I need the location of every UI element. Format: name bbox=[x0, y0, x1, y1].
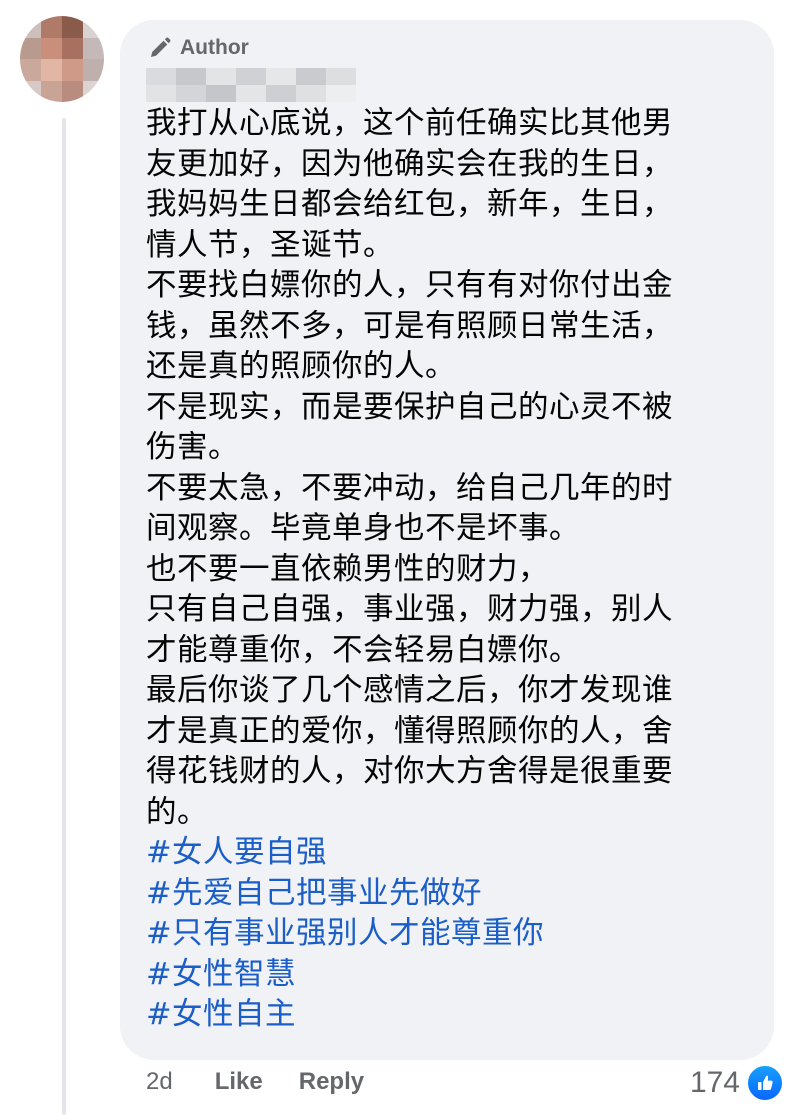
hashtag-link[interactable]: #女性自主 bbox=[146, 995, 756, 1036]
author-name-redacted[interactable] bbox=[146, 68, 356, 102]
reply-button[interactable]: Reply bbox=[299, 1068, 364, 1096]
comment-line: 不是现实，而是要保护自己的心灵不被 bbox=[146, 389, 673, 425]
hashtag-link[interactable]: #女人要自强 bbox=[146, 833, 756, 874]
comment-text: 我打从心底说，这个前任确实比其他男 友更加好，因为他确实会在我的生日， 我妈妈生… bbox=[146, 104, 756, 1036]
pen-icon bbox=[148, 36, 172, 60]
comment-line: 还是真的照顾你的人。 bbox=[146, 349, 456, 384]
comment-line: 只有自己自强，事业强，财力强，别人 bbox=[146, 592, 673, 627]
comment-line: 最后你谈了几个感情之后，你才发现谁 bbox=[146, 673, 673, 708]
comment-screen: Author 我打从心底说，这个前任确实比其他男 友更加好，因为他确实会在我的生… bbox=[0, 0, 800, 1115]
comment-line: 的。 bbox=[146, 794, 208, 830]
comment-actions: 2d Like Reply bbox=[146, 1068, 364, 1096]
comment-line: 伤害。 bbox=[146, 430, 239, 465]
comment-line: 不要找白嫖你的人，只有有对你付出金 bbox=[146, 268, 673, 303]
comment-line: 情人节，圣诞节。 bbox=[146, 227, 394, 263]
hashtag-link[interactable]: #先爱自己把事业先做好 bbox=[146, 874, 756, 915]
comment-line: 友更加好，因为他确实会在我的生日， bbox=[146, 146, 673, 182]
comment-line: 才是真正的爱你，懂得照顾你的人，舍 bbox=[146, 713, 673, 749]
hashtag-link[interactable]: #只有事业强别人才能尊重你 bbox=[146, 914, 756, 955]
comment-line: 钱，虽然不多，可是有照顾日常生活， bbox=[146, 308, 673, 344]
comment-line: 间观察。毕竟单身也不是坏事。 bbox=[146, 511, 580, 546]
like-thumb-icon bbox=[746, 1064, 784, 1102]
author-badge-label: Author bbox=[180, 36, 249, 59]
comment-line: 我打从心底说，这个前任确实比其他男 bbox=[146, 106, 673, 141]
author-badge: Author bbox=[148, 36, 249, 60]
comment-line: 才能尊重你，不会轻易白嫖你。 bbox=[146, 632, 580, 668]
like-button[interactable]: Like bbox=[215, 1068, 263, 1096]
comment-line: 得花钱财的人，对你大方舍得是很重要 bbox=[146, 754, 673, 789]
comment-line: 我妈妈生日都会给红包，新年，生日， bbox=[146, 187, 673, 222]
reaction-count: 174 bbox=[689, 1066, 740, 1099]
reaction-summary[interactable]: 174 bbox=[690, 1064, 784, 1102]
hashtag-link[interactable]: #女性智慧 bbox=[146, 955, 756, 996]
avatar[interactable] bbox=[20, 16, 104, 102]
comment-timestamp[interactable]: 2d bbox=[146, 1068, 173, 1096]
comment-line: 不要太急，不要冲动，给自己几年的时 bbox=[146, 470, 673, 506]
comment-line: 也不要一直依赖男性的财力， bbox=[146, 551, 549, 587]
thread-line bbox=[62, 118, 66, 1115]
